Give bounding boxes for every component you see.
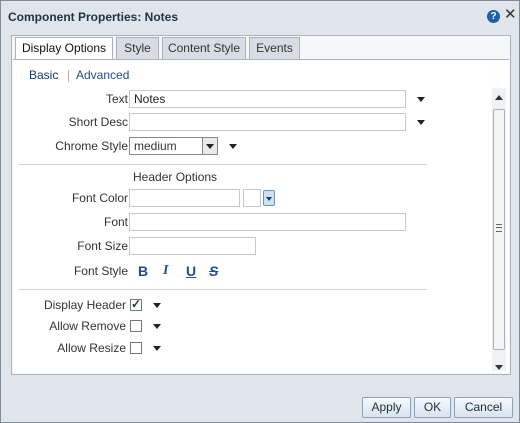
chrome-style-select[interactable]: medium [129, 137, 218, 155]
dialog-title: Component Properties: Notes [8, 10, 179, 24]
chrome-style-value: medium [134, 139, 177, 153]
italic-icon[interactable]: I [163, 263, 168, 279]
chrome-style-label: Chrome Style [55, 139, 128, 153]
allow-resize-checkbox[interactable] [130, 342, 142, 354]
allow-remove-menu-arrow[interactable] [153, 324, 161, 329]
component-properties-dialog: Component Properties: Notes ? ✕ Display … [0, 0, 520, 423]
vertical-scrollbar[interactable] [492, 88, 506, 371]
underline-icon[interactable]: U [186, 263, 196, 279]
divider [18, 289, 427, 290]
color-picker-icon[interactable] [263, 190, 275, 206]
font-style-label: Font Style [73, 264, 128, 278]
font-color-input[interactable] [129, 189, 240, 207]
apply-button[interactable]: Apply [362, 397, 411, 418]
tab-events[interactable]: Events [249, 37, 300, 59]
tab-style[interactable]: Style [116, 37, 159, 59]
text-input[interactable]: Notes [129, 90, 406, 108]
short-desc-label: Short Desc [68, 115, 128, 129]
font-color-swatch[interactable] [243, 189, 261, 207]
display-options-content: Basic | Advanced Text Notes Short Desc C… [13, 59, 509, 373]
font-size-input[interactable] [129, 237, 256, 255]
font-color-label: Font Color [71, 191, 128, 205]
bold-icon[interactable]: B [138, 263, 148, 279]
subnav-advanced[interactable]: Advanced [76, 68, 129, 82]
ok-button[interactable]: OK [414, 397, 451, 418]
properties-panel: Display Options Style Content Style Even… [11, 35, 511, 375]
title-bar: Component Properties: Notes ? ✕ [1, 1, 519, 31]
chevron-down-icon[interactable] [202, 138, 217, 154]
help-icon[interactable]: ? [487, 10, 500, 23]
header-options-title: Header Options [133, 170, 218, 184]
strikethrough-icon[interactable]: S [209, 263, 218, 279]
display-header-menu-arrow[interactable] [153, 303, 161, 308]
tab-display-options[interactable]: Display Options [15, 37, 113, 61]
scroll-down-icon[interactable] [495, 365, 503, 370]
chrome-style-menu-arrow[interactable] [229, 144, 237, 149]
display-header-label: Display Header [43, 298, 126, 312]
scroll-up-icon[interactable] [495, 95, 503, 100]
close-icon[interactable]: ✕ [504, 7, 517, 23]
divider [18, 164, 427, 165]
short-desc-input[interactable] [129, 113, 406, 131]
cancel-button[interactable]: Cancel [454, 397, 513, 418]
allow-resize-label: Allow Resize [57, 341, 126, 355]
font-label: Font [103, 215, 128, 229]
allow-resize-menu-arrow[interactable] [153, 346, 161, 351]
grip-icon [496, 224, 502, 232]
font-input[interactable] [129, 213, 406, 231]
tab-content-style[interactable]: Content Style [162, 37, 246, 59]
text-label: Text [105, 92, 128, 106]
scroll-thumb[interactable] [493, 109, 505, 350]
options-scroll-area: Text Notes Short Desc Chrome Style mediu… [18, 88, 506, 371]
display-header-checkbox[interactable] [130, 297, 142, 311]
subnav-separator: | [67, 68, 71, 82]
font-size-label: Font Size [77, 239, 128, 253]
allow-remove-label: Allow Remove [49, 319, 126, 333]
subnav-basic[interactable]: Basic [29, 68, 58, 82]
short-desc-menu-arrow[interactable] [417, 120, 425, 125]
text-menu-arrow[interactable] [417, 97, 425, 102]
allow-remove-checkbox[interactable] [130, 320, 142, 332]
